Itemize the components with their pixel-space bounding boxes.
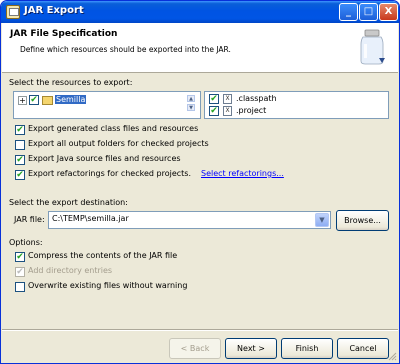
project-name[interactable]: Semilla: [55, 95, 87, 104]
title-bar[interactable]: JAR Export _ □ X: [1, 1, 399, 23]
export-output-folders-label: Export all output folders for checked pr…: [28, 139, 209, 148]
export-source-files-label: Export Java source files and resources: [28, 154, 181, 163]
resource-tree[interactable]: + ✔ Semilla ▲ ▼: [13, 91, 201, 119]
wizard-header: JAR File Specification Define which reso…: [2, 23, 398, 73]
classpath-checkbox[interactable]: ✔: [209, 94, 219, 104]
resize-grip-icon[interactable]: [387, 351, 397, 361]
add-directory-entries-checkbox: ✔: [15, 267, 25, 277]
x-file-icon: X: [223, 94, 232, 104]
close-button[interactable]: X: [379, 3, 398, 21]
tree-scroll-up[interactable]: ▲: [187, 95, 195, 102]
page-title: JAR File Specification: [10, 29, 118, 39]
next-button[interactable]: Next >: [225, 338, 277, 359]
project-file-label: .project: [236, 106, 267, 115]
export-refactorings-checkbox[interactable]: ✔: [15, 170, 25, 180]
select-refactorings-link[interactable]: Select refactorings...: [201, 169, 284, 178]
export-class-files-label: Export generated class files and resourc…: [28, 124, 199, 133]
tree-scroll-down[interactable]: ▼: [187, 104, 195, 111]
jar-file-path[interactable]: C:\TEMP\semilla.jar: [52, 214, 129, 223]
jar-banner-icon: [360, 29, 385, 65]
footer-separator: [2, 329, 398, 331]
x-file-icon: X: [223, 106, 232, 116]
maximize-button[interactable]: □: [359, 3, 378, 21]
overwrite-checkbox[interactable]: [15, 282, 25, 292]
tree-expand-toggle[interactable]: +: [18, 96, 27, 105]
project-name-text: Semilla: [55, 95, 87, 104]
compress-checkbox[interactable]: ✔: [15, 252, 25, 262]
destination-label: Select the export destination:: [9, 198, 128, 207]
overwrite-label: Overwrite existing files without warning: [28, 281, 188, 290]
back-button[interactable]: < Back: [169, 338, 221, 359]
project-folder-icon: [42, 96, 53, 105]
add-directory-entries-label: Add directory entries: [28, 266, 113, 275]
minimize-button[interactable]: _: [339, 3, 358, 21]
cancel-button[interactable]: Cancel: [337, 338, 389, 359]
page-description: Define which resources should be exporte…: [20, 45, 231, 54]
jar-export-dialog: JAR Export _ □ X JAR File Specification …: [0, 0, 400, 364]
compress-label: Compress the contents of the JAR file: [28, 251, 178, 260]
finish-button[interactable]: Finish: [281, 338, 333, 359]
chevron-down-icon[interactable]: ▼: [315, 213, 329, 227]
project-file-checkbox[interactable]: ✔: [209, 106, 219, 116]
jar-app-icon: [6, 5, 20, 19]
browse-button[interactable]: Browse...: [336, 210, 389, 231]
window-title: JAR Export: [24, 5, 84, 16]
export-output-folders-checkbox[interactable]: [15, 140, 25, 150]
export-refactorings-label: Export refactorings for checked projects…: [28, 169, 191, 178]
resource-file-list[interactable]: ✔ X .classpath ✔ X .project: [204, 91, 389, 119]
project-checkbox[interactable]: ✔: [29, 95, 39, 105]
export-source-files-checkbox[interactable]: ✔: [15, 155, 25, 165]
options-label: Options:: [9, 238, 43, 247]
classpath-file-label: .classpath: [236, 94, 277, 103]
resources-label: Select the resources to export:: [9, 78, 133, 87]
export-class-files-checkbox[interactable]: ✔: [15, 125, 25, 135]
jar-file-combo[interactable]: C:\TEMP\semilla.jar ▼: [48, 211, 331, 229]
jar-file-label: JAR file:: [14, 215, 45, 224]
